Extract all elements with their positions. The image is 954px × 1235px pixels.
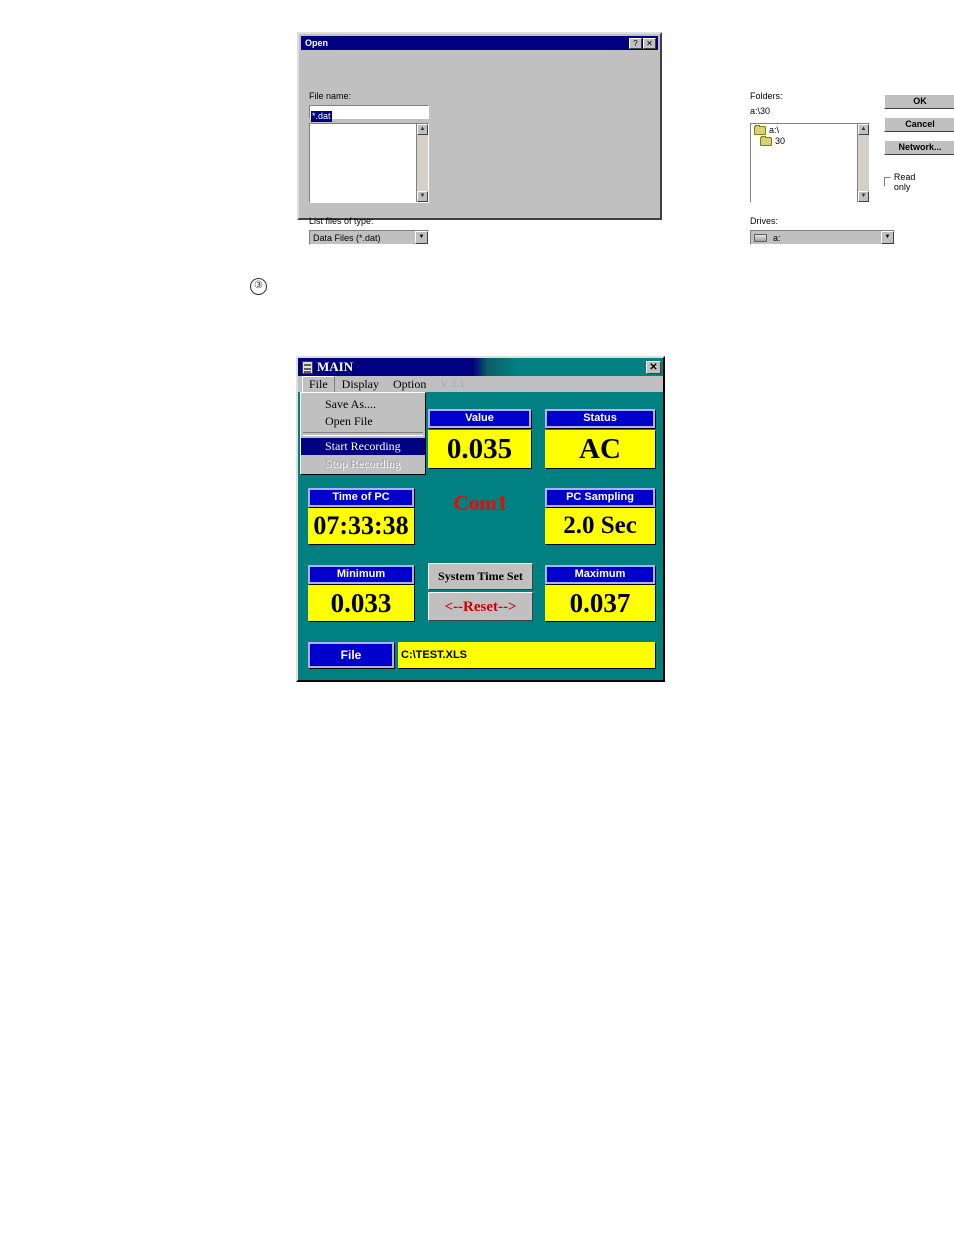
folder-icon — [754, 124, 766, 135]
minimum-panel-display: 0.033 — [308, 585, 414, 621]
drives-select[interactable]: a: ▼ — [750, 230, 895, 245]
scroll-up-icon[interactable]: ▲ — [858, 124, 869, 135]
minimum-panel-label: Minimum — [308, 565, 414, 584]
dialog-title: Open — [305, 38, 329, 48]
read-only-label: Read only — [893, 172, 916, 192]
application-icon — [302, 360, 313, 374]
menu-separator — [303, 432, 423, 436]
time-of-pc-panel-display: 07:33:38 — [308, 508, 414, 544]
file-dropdown-menu: Save As.... Open File Start Recording St… — [300, 392, 426, 475]
list-files-of-type-select[interactable]: Data Files (*.dat) ▼ — [309, 230, 429, 245]
scroll-down-icon[interactable]: ▼ — [417, 191, 428, 202]
status-panel-label: Status — [545, 409, 655, 428]
drives-value: a: — [773, 232, 781, 243]
open-file-dialog: Open ? ✕ File name: *.dat ▲ ▼ Folders: a… — [297, 32, 954, 245]
ok-button[interactable]: OK — [884, 94, 954, 109]
drives-label: Drives: — [750, 216, 779, 226]
folders-list-scrollbar[interactable]: ▲ ▼ — [857, 124, 869, 202]
close-icon[interactable]: ✕ — [643, 37, 656, 49]
folders-list[interactable]: a:\ 30 ▲ ▼ — [750, 123, 870, 203]
folder-icon — [760, 135, 772, 146]
version-label: V 2.1 — [440, 377, 465, 390]
step-number-marker: ③ — [250, 278, 267, 295]
system-time-set-button[interactable]: System Time Set — [428, 563, 533, 590]
file-button[interactable]: File — [308, 642, 394, 668]
file-path-display: C:\TEST.XLS — [398, 642, 655, 668]
list-item-label: 30 — [775, 136, 786, 146]
value-panel-label: Value — [428, 409, 531, 428]
file-list[interactable]: ▲ ▼ — [309, 123, 429, 203]
chevron-down-icon[interactable]: ▼ — [415, 231, 428, 244]
file-name-input[interactable]: *.dat — [309, 105, 429, 122]
maximum-panel-display: 0.037 — [545, 585, 655, 621]
scroll-down-icon[interactable]: ▼ — [858, 191, 869, 202]
file-name-value: *.dat — [311, 111, 332, 122]
menu-file[interactable]: File — [302, 375, 335, 393]
maximum-panel-label: Maximum — [545, 565, 655, 584]
menu-option[interactable]: Option — [386, 377, 433, 392]
list-files-of-type-label: List files of type: — [309, 216, 374, 226]
status-panel-display: AC — [545, 430, 655, 468]
read-only-checkbox[interactable] — [884, 177, 891, 187]
list-item-label: a:\ — [769, 125, 780, 135]
folders-path: a:\30 — [750, 106, 771, 116]
main-titlebar[interactable]: MAIN ✕ — [298, 358, 663, 376]
menu-display[interactable]: Display — [335, 377, 386, 392]
list-item[interactable]: a:\ — [751, 124, 869, 135]
menu-item-start-recording[interactable]: Start Recording — [301, 438, 425, 455]
time-of-pc-panel-label: Time of PC — [308, 488, 414, 507]
com-port-label: Com1 — [453, 491, 508, 515]
menu-item-save-as[interactable]: Save As.... — [301, 396, 425, 413]
list-files-of-type-value: Data Files (*.dat) — [313, 232, 381, 243]
close-icon[interactable]: ✕ — [646, 360, 661, 374]
chevron-down-icon[interactable]: ▼ — [881, 231, 894, 244]
scroll-up-icon[interactable]: ▲ — [417, 124, 428, 135]
pc-sampling-panel-label: PC Sampling — [545, 488, 655, 507]
list-item[interactable]: 30 — [751, 135, 869, 146]
pc-sampling-panel-display: 2.0 Sec — [545, 508, 655, 544]
reset-button-label: <--Reset--> — [444, 599, 517, 615]
main-window-title: MAIN — [317, 359, 354, 374]
menu-item-stop-recording: Stop Recording — [325, 456, 400, 470]
read-only-checkbox-row[interactable]: Read only — [884, 172, 919, 192]
help-icon[interactable]: ? — [629, 37, 642, 49]
menu-item-open-file[interactable]: Open File — [301, 413, 425, 430]
file-name-label: File name: — [309, 91, 352, 101]
menubar: File Display Option V 2.1 — [298, 375, 663, 393]
cancel-button[interactable]: Cancel — [884, 117, 954, 132]
drive-icon — [754, 233, 767, 242]
value-panel-display: 0.035 — [428, 430, 531, 468]
reset-button[interactable]: <--Reset--> — [428, 592, 533, 621]
network-button[interactable]: Network... — [884, 140, 954, 155]
dialog-titlebar[interactable]: Open ? ✕ — [301, 36, 658, 50]
main-application-window: MAIN ✕ File Display Option V 2.1 Save As… — [296, 356, 665, 682]
folders-label: Folders: — [750, 91, 783, 101]
file-list-scrollbar[interactable]: ▲ ▼ — [416, 124, 428, 202]
